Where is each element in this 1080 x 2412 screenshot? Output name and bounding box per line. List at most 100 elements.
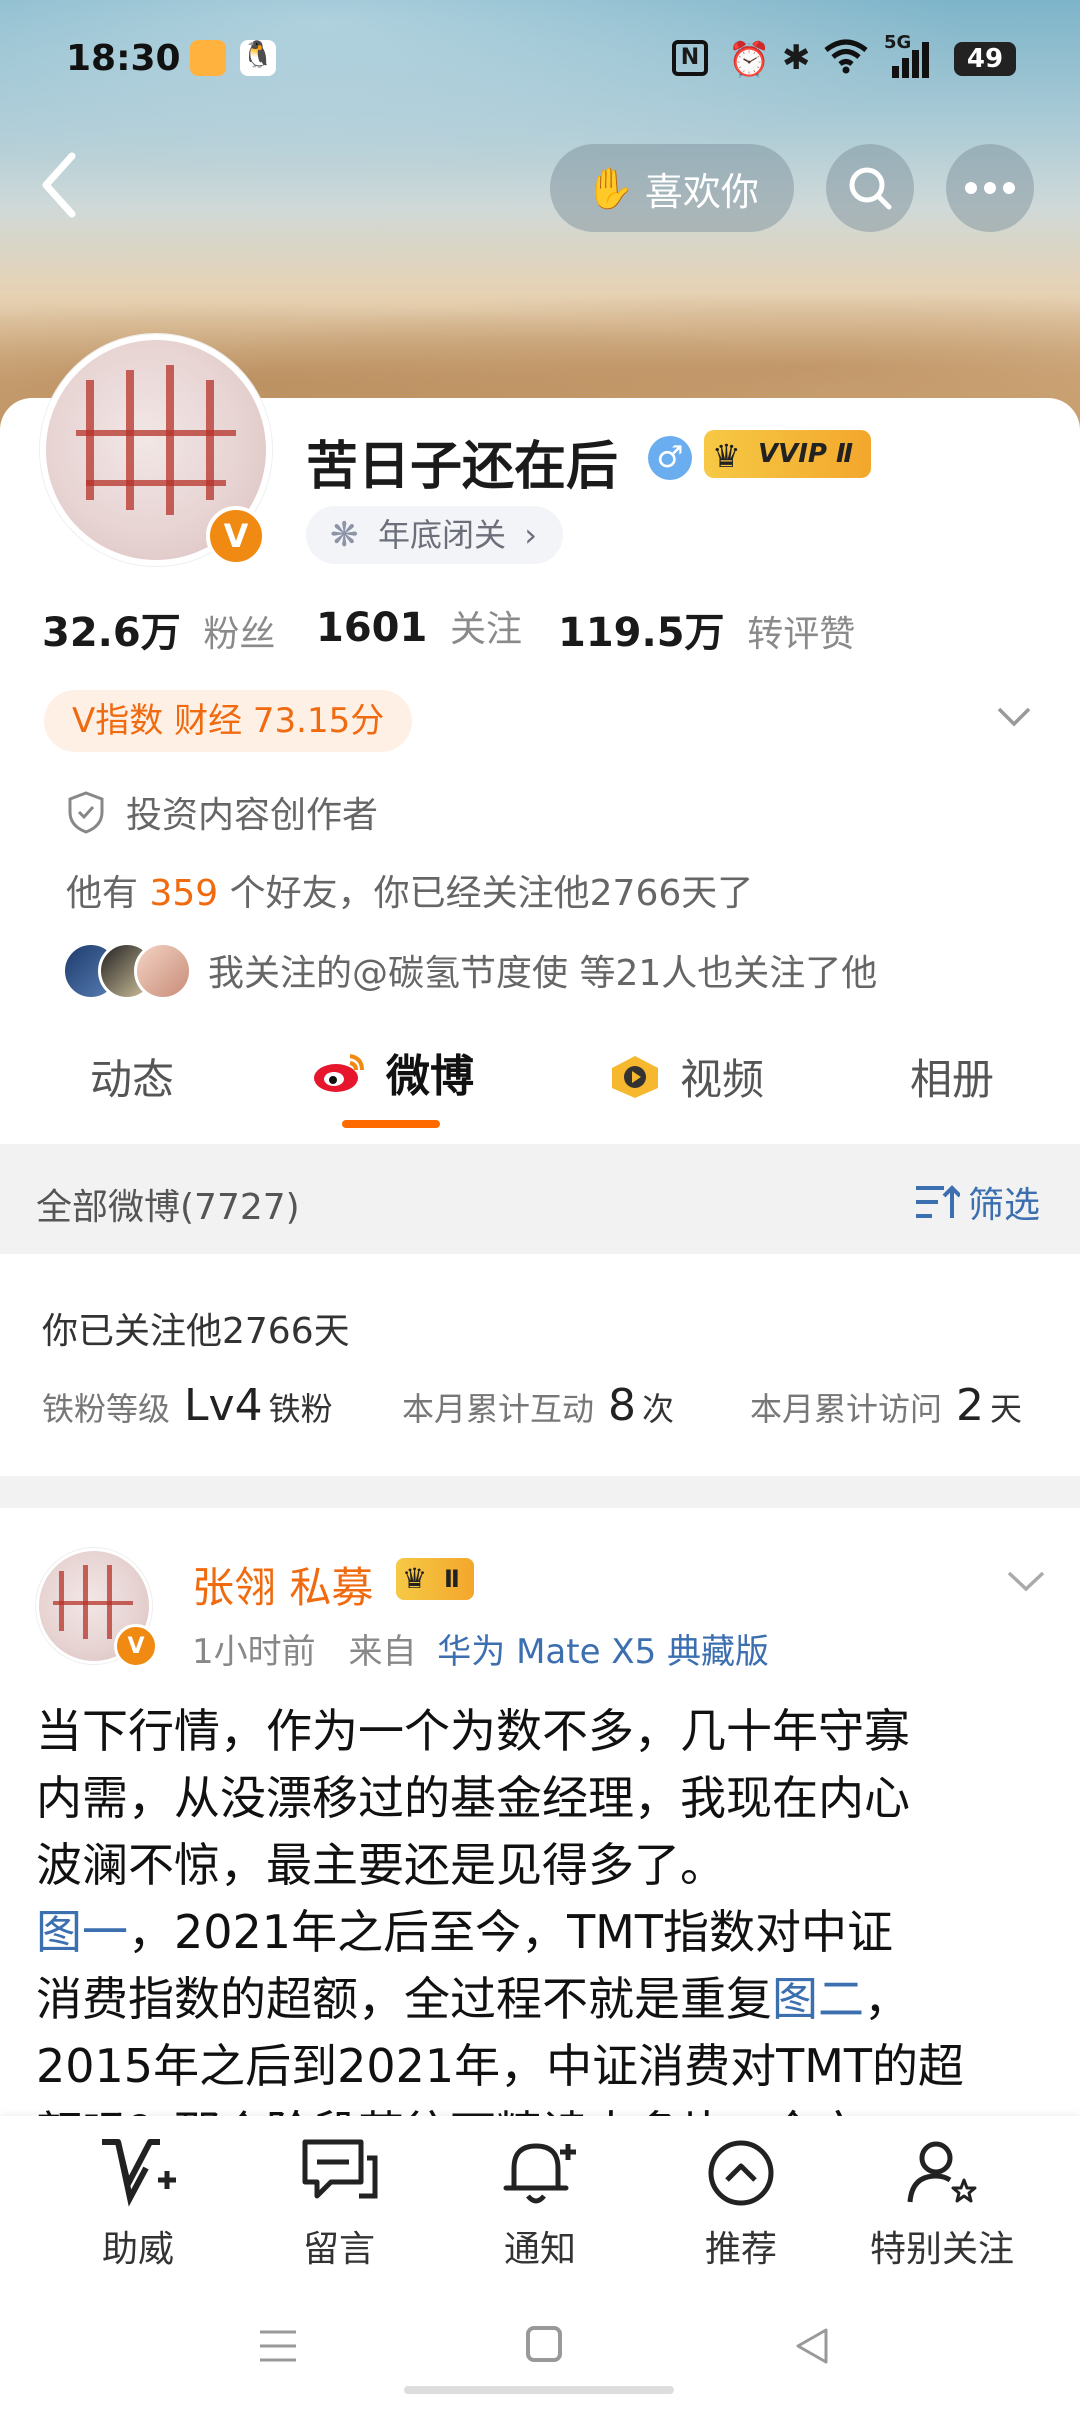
alarm-icon: ⏰ xyxy=(728,40,771,80)
more-button[interactable] xyxy=(946,144,1034,232)
filter-icon xyxy=(916,1185,960,1218)
tab-weibo[interactable]: 微博 xyxy=(312,1040,474,1104)
notify-button[interactable]: 通知 xyxy=(440,2136,640,2272)
back-arrow-icon xyxy=(42,152,76,218)
seal-stroke xyxy=(166,365,174,515)
chevron-right-icon: › xyxy=(524,516,537,554)
video-icon xyxy=(608,1054,662,1100)
post-line-text: 消费指数的超额，全过程不就是重复 xyxy=(36,1972,772,2026)
mutual-avatar xyxy=(134,942,192,1000)
special-follow-label: 特别关注 xyxy=(869,2229,1014,2270)
bell-icon xyxy=(503,2143,576,2204)
menu-icon xyxy=(260,2330,296,2362)
followers-label: 粉丝 xyxy=(203,614,276,655)
recommend-button[interactable]: 推荐 xyxy=(641,2136,841,2272)
special-follow-button[interactable]: 特别关注 xyxy=(842,2136,1042,2272)
system-home-button[interactable] xyxy=(526,2326,562,2362)
post-from-label: 来自 xyxy=(348,1632,417,1672)
tab-dynamics[interactable]: 动态 xyxy=(90,1046,174,1107)
profile-name: 苦日子还在后 xyxy=(306,437,619,497)
signal-icon xyxy=(884,40,932,82)
post-line: 波澜不惊，最主要还是见得多了。 xyxy=(36,1838,726,1892)
chevron-down-icon xyxy=(1007,1571,1045,1592)
post-verified-badge-icon: V xyxy=(114,1624,158,1668)
seal-stroke xyxy=(86,480,226,486)
status-tag[interactable]: ❋ 年底闭关 › xyxy=(306,506,563,564)
status-tag-label: 年底闭关 xyxy=(378,516,507,554)
message-label: 留言 xyxy=(302,2229,375,2270)
tab-album[interactable]: 相册 xyxy=(910,1046,994,1107)
creator-label: 投资内容创作者 xyxy=(126,795,379,836)
tab-video-label: 视频 xyxy=(680,1055,765,1104)
post-line-text: ， xyxy=(864,1972,910,2026)
vvip-label: VVIP Ⅱ xyxy=(758,439,854,469)
message-button[interactable]: 留言 xyxy=(239,2136,439,2272)
followers-count: 32.6万 xyxy=(42,610,181,656)
followers-stat[interactable]: 32.6万 粉丝 xyxy=(42,600,275,658)
tab-weibo-label: 微博 xyxy=(386,1051,474,1102)
fan-level-value: Lv4 xyxy=(184,1380,263,1431)
back-button[interactable] xyxy=(38,150,78,224)
monthly-visits: 本月累计访问 2 天 xyxy=(750,1380,1022,1431)
post-line: 图一，2021年之后至今，TMT指数对中证 xyxy=(36,1899,1056,1966)
crown-icon: ♛ xyxy=(402,1562,428,1595)
crown-icon: ♛ xyxy=(712,437,741,475)
male-gender-icon: ♂ xyxy=(648,436,692,480)
friends-count[interactable]: 359 xyxy=(149,873,218,914)
visits-suffix: 天 xyxy=(990,1390,1023,1428)
following-count: 1601 xyxy=(316,605,428,651)
wifi-icon xyxy=(822,36,870,85)
friends-info: 他有 359 个好友，你已经关注他2766天了 xyxy=(66,864,753,916)
post-menu-button[interactable] xyxy=(1006,1570,1046,1598)
post-device[interactable]: 华为 Mate X5 典藏版 xyxy=(437,1632,769,1672)
v-index-badge[interactable]: V指数 财经 73.15分 xyxy=(44,690,413,752)
verified-badge-icon: V xyxy=(206,506,266,566)
fan-level-suffix: 铁粉 xyxy=(268,1390,333,1428)
following-stat[interactable]: 1601 关注 xyxy=(316,600,522,652)
weibo-logo-icon xyxy=(312,1050,366,1094)
interaction-suffix: 次 xyxy=(642,1390,675,1428)
search-button[interactable] xyxy=(826,144,914,232)
notify-label: 通知 xyxy=(503,2229,576,2270)
vvip-badge[interactable]: ♛ VVIP Ⅱ xyxy=(704,430,872,478)
special-follow-icon xyxy=(907,2141,977,2203)
section-divider xyxy=(0,1476,1080,1508)
post-line: 2015年之后到2021年，中证消费对TMT的超 xyxy=(36,2039,965,2093)
bottom-nav: 助威 留言 通知 推荐 特别关注 xyxy=(38,2136,1042,2272)
system-back-button[interactable] xyxy=(792,2326,832,2370)
image-link[interactable]: 图二 xyxy=(772,1972,864,2026)
app-notification-icon xyxy=(190,40,226,76)
recommend-icon xyxy=(708,2140,774,2206)
filter-button[interactable]: 筛选 xyxy=(914,1176,1040,1228)
post-author-name[interactable]: 张翎 私募 xyxy=(192,1554,373,1615)
system-menu-button[interactable] xyxy=(256,2326,300,2370)
visits-label: 本月累计访问 xyxy=(750,1390,943,1428)
creator-shield-icon xyxy=(66,790,106,838)
battery-icon: 49 xyxy=(954,42,1016,76)
back-triangle-icon xyxy=(796,2328,828,2364)
likes-stat[interactable]: 119.5万 转评赞 xyxy=(558,600,855,658)
all-weibo-label[interactable]: 全部微博(7727) xyxy=(36,1178,300,1230)
status-time: 18:30 xyxy=(66,38,181,79)
nfc-icon: N xyxy=(672,40,708,76)
post-line-text: ，2021年之后至今，TMT指数对中证 xyxy=(128,1905,893,1959)
gesture-bar[interactable] xyxy=(404,2386,674,2394)
tab-video[interactable]: 视频 xyxy=(608,1046,764,1107)
post-body[interactable]: 当下行情，作为一个为数不多，几十年守寡 内需，从没漂移过的基金经理，我现在内心 … xyxy=(36,1698,1056,2118)
fan-card-title: 你已关注他2766天 xyxy=(42,1311,350,1352)
cheer-button[interactable]: 助威 xyxy=(38,2136,238,2272)
image-link[interactable]: 图一 xyxy=(36,1905,128,1959)
filter-label: 筛选 xyxy=(968,1185,1041,1226)
message-icon xyxy=(302,2139,378,2199)
like-you-label: 喜欢你 xyxy=(644,169,759,214)
mutual-follow-text[interactable]: 我关注的@碳氢节度使 等21人也关注了他 xyxy=(208,944,877,996)
member-badge[interactable]: ♛ Ⅱ xyxy=(396,1558,474,1600)
likes-count: 119.5万 xyxy=(558,610,725,656)
likes-label: 转评赞 xyxy=(747,614,856,655)
like-you-button[interactable]: ✋ 喜欢你 xyxy=(550,144,794,232)
monthly-interaction: 本月累计互动 8 次 xyxy=(402,1380,674,1431)
tab-dynamics-label: 动态 xyxy=(90,1055,175,1104)
cheer-icon xyxy=(102,2139,176,2207)
fan-level[interactable]: 铁粉等级 Lv4 铁粉 xyxy=(42,1380,333,1431)
expand-button[interactable] xyxy=(996,706,1032,732)
